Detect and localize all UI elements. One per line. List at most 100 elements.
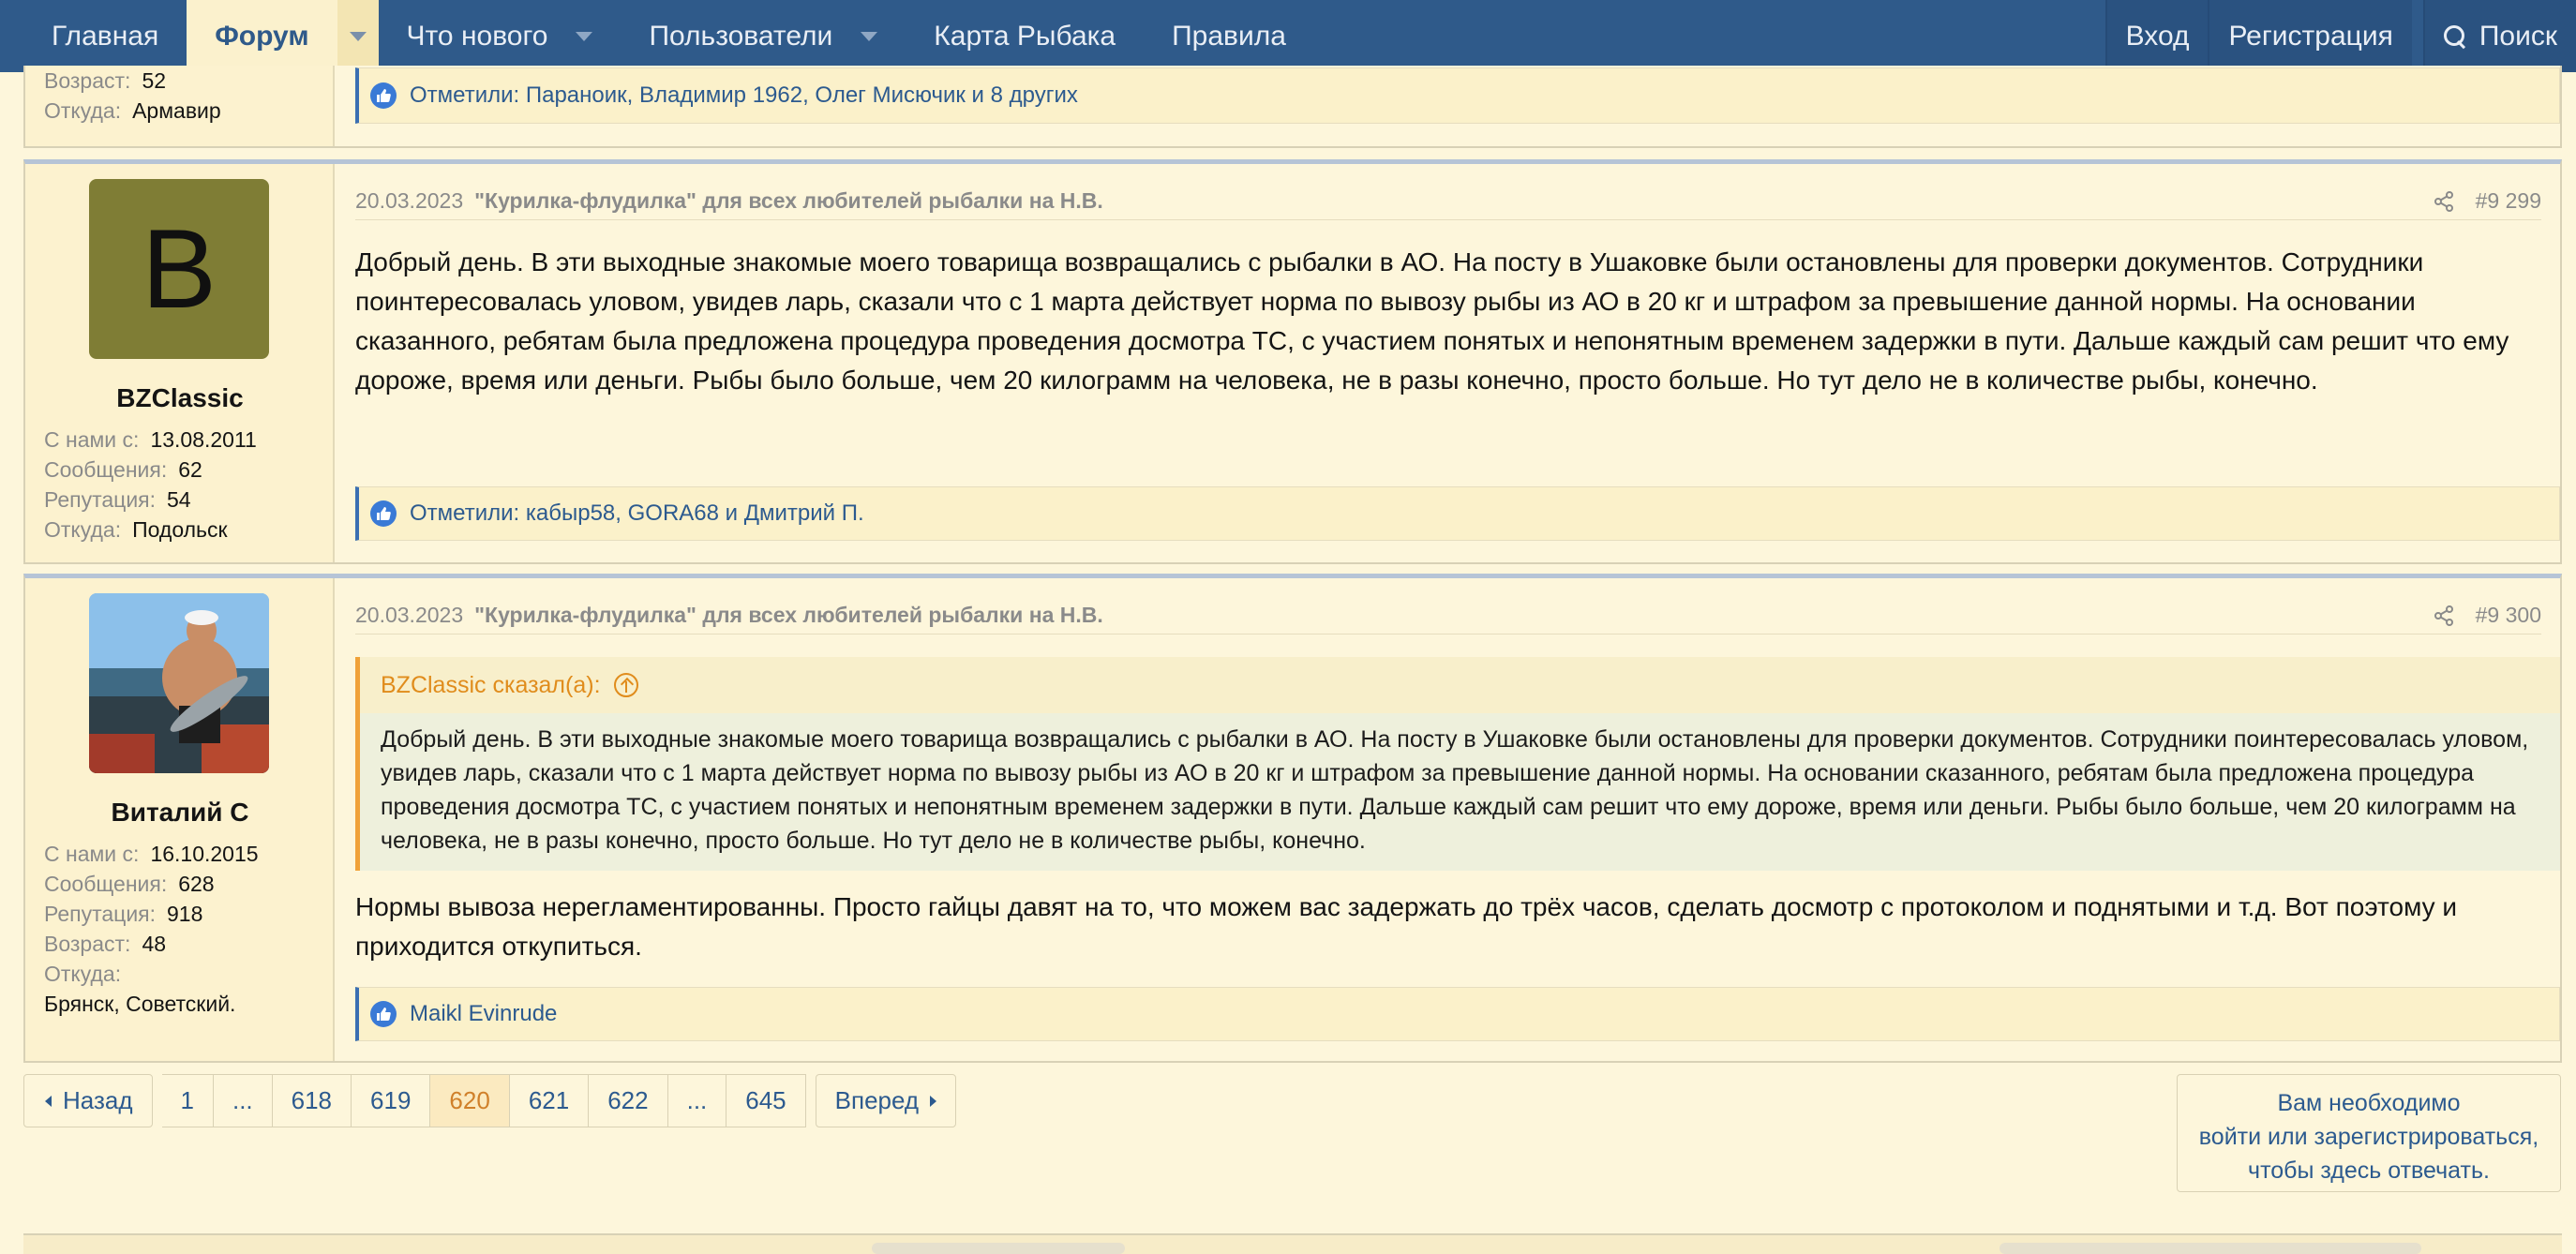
- messages-value: 62: [178, 457, 202, 482]
- thread-title[interactable]: "Курилка-флудилка" для всех любителей ры…: [474, 188, 1103, 214]
- rep-label: Репутация:: [44, 487, 157, 512]
- post-date[interactable]: 20.03.2023: [355, 603, 463, 628]
- rep-value: 54: [167, 487, 191, 512]
- chevron-down-icon: [349, 31, 367, 41]
- like-icon: [370, 500, 397, 527]
- user-info: С нами с: 13.08.2011 Сообщения: 62 Репутац…: [44, 425, 323, 545]
- page-link-current[interactable]: 620: [430, 1074, 510, 1127]
- reactions-bar[interactable]: Maikl Evinrude: [355, 987, 2560, 1041]
- nav-forum-label: Форум: [215, 20, 309, 52]
- rep-label: Репутация:: [44, 902, 157, 926]
- username[interactable]: Виталий С: [25, 798, 335, 828]
- quote-header[interactable]: BZClassic сказал(а):: [360, 657, 2560, 713]
- reactions-names[interactable]: кабыр58, GORA68 и Дмитрий П.: [526, 500, 864, 527]
- post-author-sidebar: Виталий С С нами с: 16.10.2015 Сообщения:…: [25, 578, 335, 1061]
- page-link-621[interactable]: 621: [509, 1074, 590, 1127]
- post-main: 20.03.2023 "Курилка-флудилка" для всех л…: [337, 164, 2560, 562]
- register-link[interactable]: Регистрация: [2208, 0, 2412, 72]
- login-label: Вход: [2125, 20, 2190, 52]
- from-value: Подольск: [132, 517, 228, 542]
- post-number[interactable]: #9 299: [2476, 188, 2541, 214]
- joined-label: С нами с:: [44, 842, 140, 866]
- login-prompt-line1: Вам необходимо: [2277, 1090, 2461, 1116]
- login-prompt-line2[interactable]: войти или зарегистрироваться,: [2178, 1120, 2560, 1154]
- search-icon: [2443, 24, 2466, 48]
- prev-page-button[interactable]: Назад: [23, 1074, 153, 1127]
- user-info: С нами с: 16.10.2015 Сообщения: 628 Репута…: [44, 839, 323, 1019]
- page-ellipsis[interactable]: ...: [667, 1074, 727, 1127]
- register-label: Регистрация: [2228, 20, 2393, 52]
- nav-users[interactable]: Пользователи: [621, 0, 906, 72]
- nav-whats-new-label: Что нового: [406, 20, 548, 52]
- nav-rules[interactable]: Правила: [1144, 0, 1314, 72]
- next-page-button[interactable]: Вперед: [815, 1074, 957, 1127]
- share-icon[interactable]: [2433, 190, 2455, 213]
- jump-to-quote-icon[interactable]: [613, 673, 638, 697]
- previous-user-info: Возраст: 52 Откуда: Армавир: [44, 66, 323, 126]
- user-from-row: Откуда: Подольск: [44, 515, 323, 545]
- pagination: Назад 1 ... 618 619 620 621 622 ... 645 …: [23, 1074, 957, 1127]
- username[interactable]: BZClassic: [25, 383, 335, 413]
- chevron-right-icon: [930, 1095, 937, 1107]
- post-9300: Виталий С С нами с: 16.10.2015 Сообщения:…: [23, 574, 2562, 1063]
- user-joined-row: С нами с: 16.10.2015: [44, 839, 323, 869]
- search-label: Поиск: [2479, 20, 2557, 52]
- nav-users-label: Пользователи: [649, 20, 833, 52]
- from-value: Брянск, Советский.: [44, 992, 236, 1016]
- login-prompt[interactable]: Вам необходимо войти или зарегистрироват…: [2177, 1074, 2561, 1192]
- bottom-strip: [23, 1233, 2562, 1254]
- search-button[interactable]: Поиск: [2422, 0, 2576, 72]
- age-value: 48: [142, 932, 167, 956]
- avatar[interactable]: B: [89, 179, 269, 359]
- page-ellipsis[interactable]: ...: [213, 1074, 273, 1127]
- post-number[interactable]: #9 300: [2476, 603, 2541, 628]
- user-messages-row: Сообщения: 62: [44, 455, 323, 485]
- nav-home[interactable]: Главная: [0, 0, 187, 72]
- post-text: Добрый день. В эти выходные знакомые мое…: [355, 247, 2509, 395]
- page-link-618[interactable]: 618: [272, 1074, 352, 1127]
- messages-value: 628: [178, 872, 215, 896]
- like-icon: [370, 82, 397, 109]
- reactions-bar[interactable]: Отметили: Параноик, Владимир 1962, Олег …: [355, 67, 2560, 124]
- chevron-down-icon[interactable]: [861, 31, 878, 41]
- quote-block: BZClassic сказал(а): Добрый день. В эти …: [355, 657, 2560, 871]
- prev-label: Назад: [63, 1086, 133, 1114]
- login-link[interactable]: Вход: [2104, 0, 2209, 72]
- nav-forum-dropdown[interactable]: [337, 0, 379, 72]
- user-from-row: Откуда:: [44, 959, 323, 989]
- age-label: Возраст:: [44, 932, 131, 956]
- post-meta: 20.03.2023 "Курилка-флудилка" для всех л…: [355, 183, 2541, 220]
- post-date[interactable]: 20.03.2023: [355, 188, 463, 214]
- next-label: Вперед: [834, 1086, 920, 1114]
- messages-label: Сообщения:: [44, 872, 168, 896]
- share-icon[interactable]: [2433, 605, 2455, 627]
- reactions-bar[interactable]: Отметили: кабыр58, GORA68 и Дмитрий П.: [355, 486, 2560, 541]
- nav-home-label: Главная: [52, 20, 159, 52]
- avatar[interactable]: [89, 593, 269, 773]
- page-link-1[interactable]: 1: [161, 1074, 214, 1127]
- quote-author[interactable]: BZClassic сказал(а):: [381, 672, 601, 699]
- from-label: Откуда:: [44, 962, 122, 986]
- user-joined-row: С нами с: 13.08.2011: [44, 425, 323, 455]
- post-main: 20.03.2023 "Курилка-флудилка" для всех л…: [337, 578, 2560, 1061]
- nav-forum[interactable]: Форум: [187, 0, 379, 72]
- chevron-left-icon: [45, 1095, 52, 1107]
- nav-map[interactable]: Карта Рыбака: [906, 0, 1144, 72]
- nav-whats-new[interactable]: Что нового: [379, 0, 622, 72]
- login-prompt-line3: чтобы здесь отвечать.: [2248, 1157, 2490, 1184]
- bottom-placeholder: [1999, 1243, 2421, 1254]
- quote-text: Добрый день. В эти выходные знакомые мое…: [360, 713, 2560, 871]
- user-age-row: Возраст: 52: [44, 66, 323, 96]
- top-navigation: Главная Форум Что нового Пользователи Ка…: [0, 0, 2576, 72]
- reactions-names[interactable]: Maikl Evinrude: [410, 1001, 557, 1027]
- thread-title[interactable]: "Курилка-флудилка" для всех любителей ры…: [474, 603, 1103, 628]
- page-link-619[interactable]: 619: [352, 1074, 431, 1127]
- page-link-645[interactable]: 645: [726, 1074, 806, 1127]
- chevron-down-icon[interactable]: [576, 31, 593, 41]
- page-link-622[interactable]: 622: [589, 1074, 668, 1127]
- age-label: Возраст:: [44, 68, 131, 93]
- user-age-row: Возраст: 48: [44, 929, 323, 959]
- post-author-sidebar: B BZClassic С нами с: 13.08.2011 Сообщени…: [25, 164, 335, 562]
- previous-post-sidebar: Возраст: 52 Откуда: Армавир: [25, 66, 335, 146]
- reactions-names[interactable]: Параноик, Владимир 1962, Олег Мисючик и …: [526, 82, 1078, 109]
